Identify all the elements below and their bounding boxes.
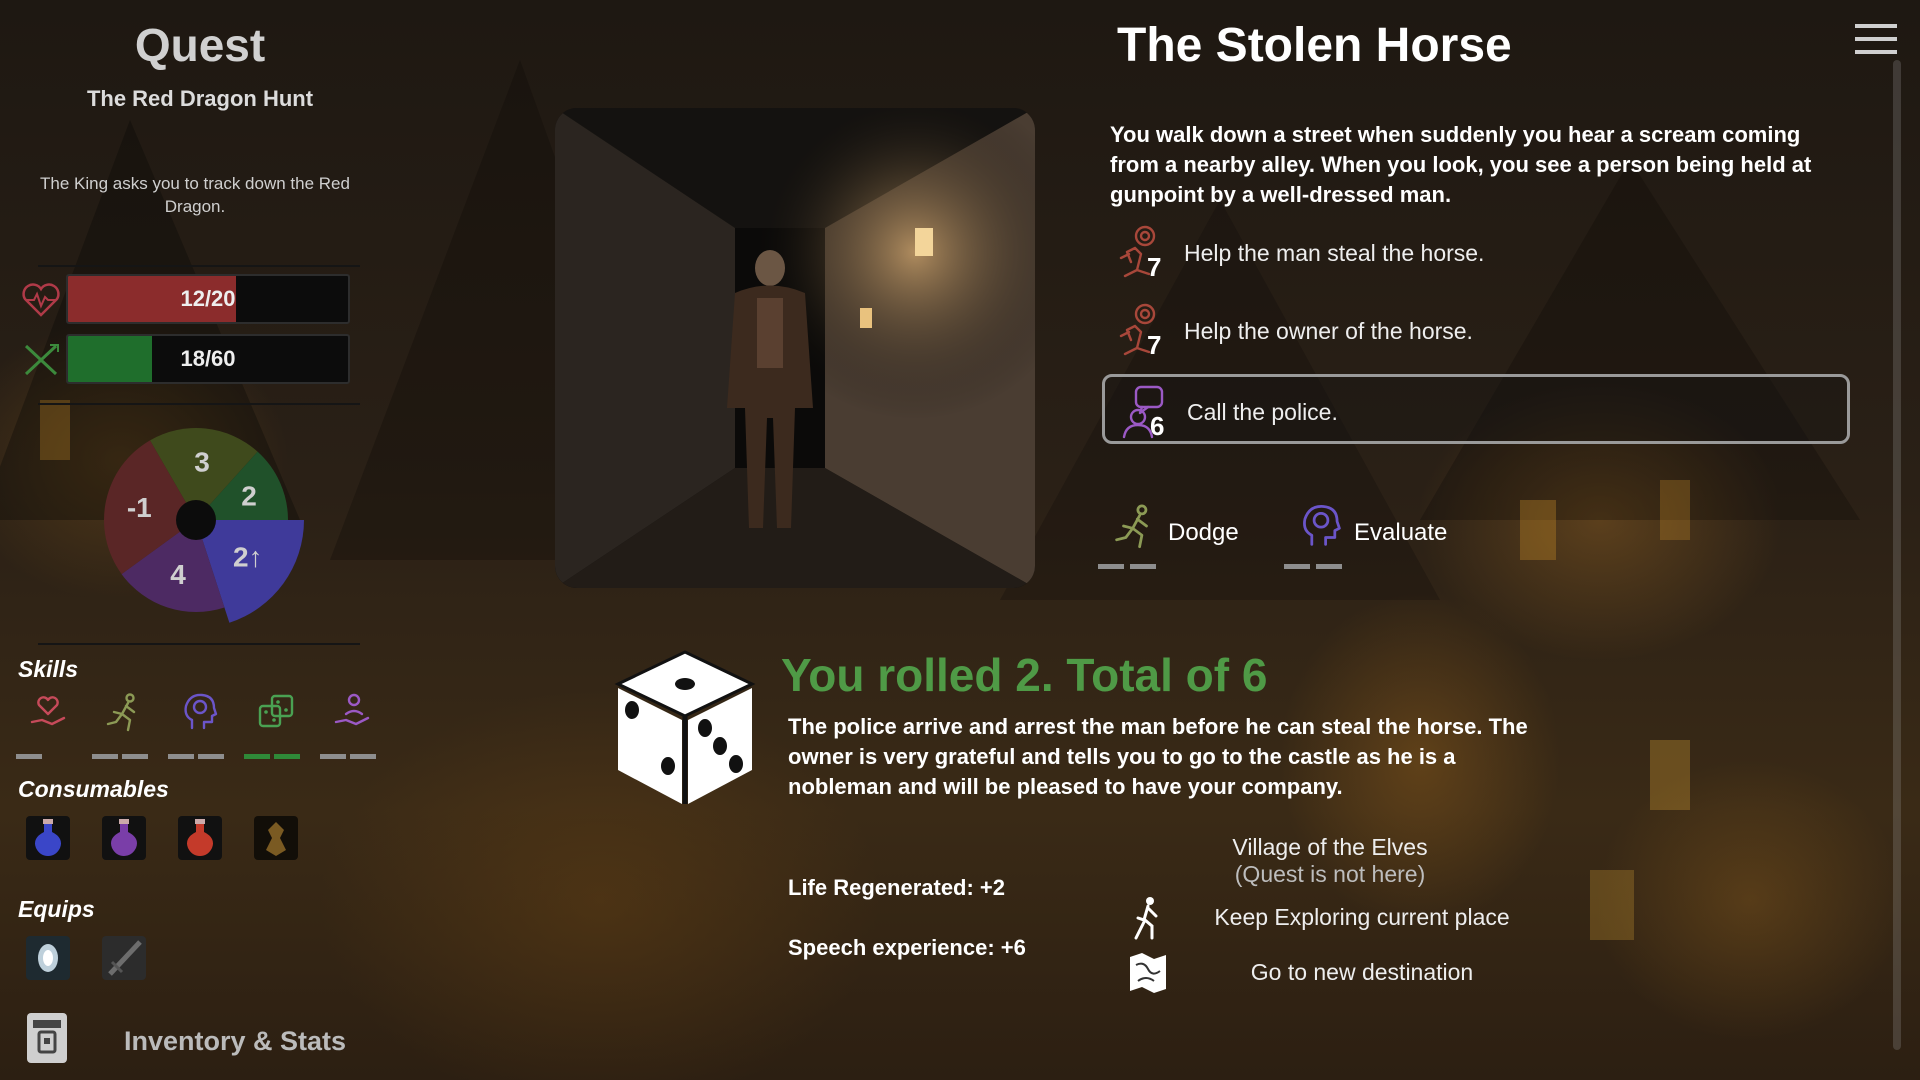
consumables-heading: Consumables — [18, 776, 169, 802]
quest-heading: Quest — [134, 19, 266, 71]
character-sidebar: Quest The Red Dragon Hunt The King asks … — [0, 0, 400, 1080]
lantern-icon — [26, 936, 70, 980]
heart-hand-icon — [30, 696, 66, 726]
wheel-value: 2 — [241, 480, 257, 511]
armor-icon — [27, 1013, 67, 1063]
attribute-wheel[interactable]: 32 2↑ 4 -1 — [86, 410, 306, 630]
item-slot[interactable] — [26, 936, 70, 980]
skill-slot[interactable] — [320, 692, 380, 762]
wheel-value: 2↑ — [233, 542, 263, 573]
reward-life: Life Regenerated: +2 — [788, 875, 1006, 900]
runner-icon — [1115, 504, 1148, 549]
brain-head-icon — [184, 693, 218, 730]
event-description: You walk down a street when suddenly you… — [1110, 122, 1812, 207]
choice-difficulty: 7 — [1147, 252, 1162, 282]
stamina-bar-track: 18/60 — [66, 334, 350, 384]
skill-check-label: Evaluate — [1354, 519, 1448, 546]
blue-potion-icon — [26, 816, 70, 860]
inventory-stats-label: Inventory & Stats — [124, 1026, 347, 1056]
dice-icon — [614, 650, 756, 804]
choice-difficulty: 6 — [1150, 411, 1165, 441]
heart-pulse-icon — [22, 283, 60, 317]
skill-level-dash — [350, 754, 376, 759]
skill-check-dash — [1284, 564, 1310, 569]
event-title: The Stolen Horse — [1117, 19, 1512, 72]
event-illustration — [555, 108, 1035, 588]
skill-slot[interactable] — [16, 692, 76, 762]
item-slot[interactable] — [102, 936, 146, 980]
roll-result-text: The police arrive and arrest the man bef… — [788, 714, 1528, 799]
destination-note: (Quest is not here) — [1234, 861, 1426, 887]
skill-check: Evaluate — [1284, 503, 1464, 573]
wheel-value: 3 — [194, 446, 210, 477]
alley-scene-image — [555, 108, 1035, 588]
skill-check-dash — [1316, 564, 1342, 569]
divider — [38, 265, 360, 267]
choice-option[interactable]: 7 Help the man steal the horse. — [1102, 218, 1850, 288]
new-destination-label: Go to new destination — [1250, 959, 1474, 985]
skill-level-dash — [16, 754, 42, 759]
choice-label: Call the police. — [1187, 399, 1338, 425]
stamina-bar: 18/60 — [20, 334, 360, 384]
item-slot[interactable] — [102, 816, 146, 860]
skill-level-dash — [198, 754, 224, 759]
destination-title: Village of the Elves — [1232, 834, 1428, 860]
choice-option[interactable]: 7 Help the owner of the horse. — [1102, 296, 1850, 366]
divider — [38, 643, 360, 645]
crossed-utensils-icon — [24, 344, 59, 376]
destination-name: Village of the Elves (Quest is not here) — [1160, 834, 1500, 888]
wheel-value: -1 — [127, 492, 152, 523]
skill-check-label: Dodge — [1168, 519, 1239, 546]
reward-speech: Speech experience: +6 — [788, 935, 1026, 960]
dagger-icon — [102, 936, 146, 980]
equips-heading: Equips — [18, 896, 95, 922]
skill-check: Dodge — [1098, 503, 1278, 573]
red-potion-icon — [178, 816, 222, 860]
inventory-stats-button[interactable]: Inventory & Stats — [24, 1010, 384, 1070]
item-slot[interactable] — [254, 816, 298, 860]
health-bar: 12/20 — [20, 274, 360, 324]
keep-exploring-button[interactable]: Keep Exploring current place — [1120, 894, 1540, 942]
divider — [38, 403, 360, 405]
item-slot[interactable] — [26, 816, 70, 860]
hand-person-icon — [334, 693, 370, 726]
skill-level-dash — [92, 754, 118, 759]
skill-check-dash — [1098, 564, 1124, 569]
choice-label: Help the man steal the horse. — [1184, 240, 1485, 266]
amber-artifact-icon — [254, 816, 298, 860]
skill-level-dash — [122, 754, 148, 759]
quest-description: The King asks you to track down the Red … — [40, 174, 350, 216]
hamburger-menu-icon[interactable] — [1855, 24, 1897, 56]
roll-result-title: You rolled 2. Total of 6 — [781, 649, 1268, 701]
purple-potion-icon — [102, 816, 146, 860]
choice-option[interactable]: 6 Call the police. — [1102, 374, 1850, 444]
skill-level-dash — [320, 754, 346, 759]
stamina-value: 18/60 — [180, 346, 236, 371]
skills-heading: Skills — [18, 656, 79, 682]
dice-icon — [258, 694, 294, 728]
skill-slot[interactable] — [92, 692, 152, 762]
choice-label: Help the owner of the horse. — [1184, 318, 1473, 344]
wheel-value: 4 — [170, 559, 186, 590]
skill-slot[interactable] — [168, 692, 228, 762]
choice-difficulty: 7 — [1147, 330, 1162, 360]
quest-name: The Red Dragon Hunt — [86, 86, 314, 111]
health-bar-track: 12/20 — [66, 274, 350, 324]
runner-icon — [106, 693, 136, 732]
skill-check-dash — [1130, 564, 1156, 569]
new-destination-button[interactable]: Go to new destination — [1120, 949, 1540, 997]
keep-exploring-label: Keep Exploring current place — [1214, 904, 1510, 930]
brain-head-icon — [1303, 505, 1341, 546]
map-icon — [1130, 953, 1166, 993]
skill-level-dash — [244, 754, 270, 759]
skill-slot[interactable] — [244, 692, 304, 762]
wheel-center — [176, 500, 216, 540]
item-slot[interactable] — [178, 816, 222, 860]
health-value: 12/20 — [180, 286, 236, 311]
scrollbar[interactable] — [1893, 60, 1901, 1050]
walking-person-icon — [1134, 897, 1158, 940]
skill-level-dash — [168, 754, 194, 759]
skill-level-dash — [274, 754, 300, 759]
